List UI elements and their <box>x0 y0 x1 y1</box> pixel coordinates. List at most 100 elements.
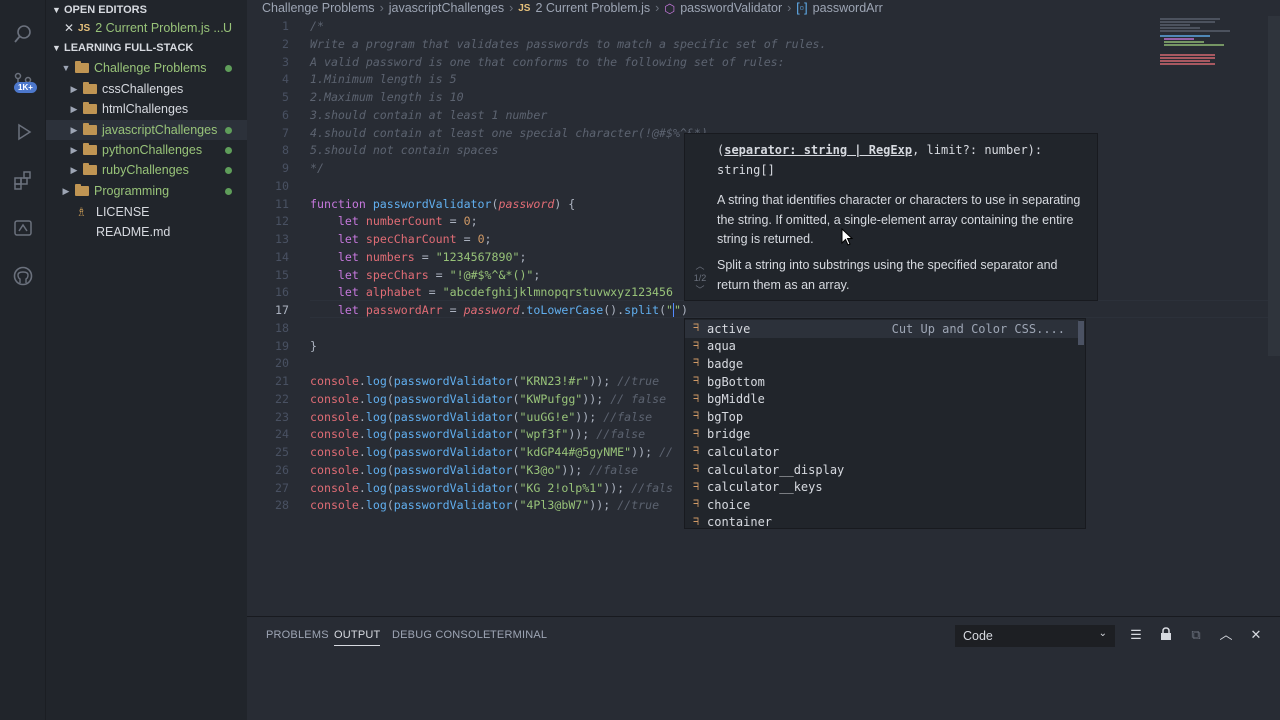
word-symbol-icon: ᖷ <box>693 499 699 511</box>
autocomplete-item[interactable]: ᖷ calculator__keys <box>685 478 1079 496</box>
line-number: 24 <box>275 427 289 442</box>
tree-item-license[interactable]: ♗ LICENSE <box>46 202 247 222</box>
tab-output[interactable]: OUTPUT <box>334 629 381 646</box>
line-number: 9 <box>282 161 289 175</box>
open-editors-header[interactable]: ▼ OPEN EDITORS <box>46 0 247 20</box>
search-icon[interactable] <box>9 20 37 48</box>
chevron-right-icon: › <box>509 1 514 15</box>
maximize-panel-icon[interactable]: ︿ <box>1218 627 1234 643</box>
license-file-icon: ♗ <box>76 205 87 219</box>
close-icon[interactable]: ✕ <box>64 21 78 35</box>
word-symbol-icon: ᖷ <box>693 340 699 352</box>
tree-item-html-challenges[interactable]: ▶ htmlChallenges <box>46 99 247 119</box>
autocomplete-label: bgBottom <box>707 374 765 389</box>
autocomplete-scrollbar[interactable] <box>1078 321 1084 345</box>
tree-item-readme[interactable]: README.md <box>46 222 247 242</box>
breadcrumb-item[interactable]: Challenge Problems <box>262 1 375 15</box>
chevron-right-icon: ▶ <box>70 124 78 135</box>
autocomplete-label: aqua <box>707 339 736 354</box>
autocomplete-label: calculator <box>707 444 780 459</box>
line-number: 17 <box>275 303 289 317</box>
line-number: 11 <box>275 196 289 211</box>
folder-icon <box>83 143 97 155</box>
tree-item-challenge-problems[interactable]: ▼ Challenge Problems <box>46 58 247 78</box>
editor-scrollbar[interactable] <box>1268 16 1280 356</box>
tab-terminal[interactable]: TERMINAL <box>490 629 547 641</box>
autocomplete-item[interactable]: ᖷ calculator__display <box>685 461 1079 479</box>
autocomplete-item[interactable]: ᖷ bridge <box>685 426 1079 444</box>
tab-debug-console[interactable]: DEBUG CONSOLE <box>392 629 491 641</box>
autocomplete-label: container <box>707 515 773 530</box>
line-number: 6 <box>282 107 289 122</box>
autocomplete-item[interactable]: ᖷ badge <box>685 355 1079 373</box>
clear-output-icon[interactable]: ☰ <box>1128 627 1144 643</box>
github-icon[interactable] <box>9 262 37 290</box>
chevron-down-icon: ▼ <box>52 43 61 53</box>
autocomplete-label: bridge <box>707 427 751 442</box>
autocomplete-item[interactable]: ᖷ bgTop <box>685 408 1079 426</box>
code-line: 3.should contain at least 1 number <box>310 107 548 122</box>
line-number: 10 <box>275 178 289 193</box>
code-line: 2.Maximum length is 10 <box>310 90 464 104</box>
workspace-header[interactable]: ▼ LEARNING FULL-STACK <box>46 38 247 58</box>
word-symbol-icon: ᖷ <box>693 323 699 335</box>
line-number: 27 <box>275 480 289 495</box>
lock-icon[interactable] <box>1158 627 1174 643</box>
code-line: console.log(passwordValidator("KWPufgg")… <box>310 391 667 406</box>
code-line: } <box>310 338 317 353</box>
autocomplete-item[interactable]: ᖷ calculator <box>685 443 1079 461</box>
remote-icon[interactable] <box>9 214 37 242</box>
folder-icon <box>83 82 97 94</box>
chevron-down-icon: ▼ <box>52 5 61 15</box>
chevron-right-icon: ▶ <box>70 103 78 114</box>
tree-item-javascript-challenges[interactable]: ▶ javascriptChallenges <box>46 120 247 140</box>
mouse-cursor-icon <box>841 228 853 246</box>
code-line: let specCharCount = 0; <box>337 232 492 246</box>
tree-item-python-challenges[interactable]: ▶ pythonChallenges <box>46 140 247 160</box>
chevron-right-icon: ▶ <box>70 144 78 155</box>
autocomplete-label: calculator__keys <box>707 480 823 495</box>
autocomplete-item[interactable]: ᖷ aqua <box>685 338 1079 356</box>
word-symbol-icon: ᖷ <box>693 358 699 370</box>
tree-item-programming[interactable]: ▶ Programming <box>46 181 247 201</box>
line-number: 16 <box>275 285 289 300</box>
open-log-file-icon[interactable]: ⧉ <box>1188 627 1204 643</box>
autocomplete-item[interactable]: ᖷ choice <box>685 496 1079 514</box>
tree-item-css-challenges[interactable]: ▶ cssChallenges <box>46 79 247 99</box>
autocomplete-item[interactable]: ᖷ bgBottom <box>685 373 1079 391</box>
breadcrumb: Challenge Problems › javascriptChallenge… <box>247 0 1280 16</box>
run-debug-icon[interactable] <box>9 118 37 146</box>
extensions-icon[interactable] <box>9 166 37 194</box>
autocomplete-item[interactable]: ᖷ container <box>685 514 1079 532</box>
tab-problems[interactable]: PROBLEMS <box>266 629 329 641</box>
tree-item-ruby-challenges[interactable]: ▶ rubyChallenges <box>46 160 247 180</box>
chevron-right-icon: › <box>655 1 660 15</box>
output-channel-select[interactable]: Code ⌄ <box>955 625 1115 647</box>
autocomplete-list[interactable]: ᖷ active Cut Up and Color CSS.... ᖷ aqua ᖷ bad… <box>684 318 1086 529</box>
line-number: 20 <box>275 356 289 371</box>
autocomplete-label: choice <box>707 497 751 512</box>
breadcrumb-item[interactable]: 2 Current Problem.js <box>535 1 650 15</box>
word-symbol-icon: ᖷ <box>693 481 699 493</box>
chevron-right-icon: › <box>787 1 792 15</box>
autocomplete-label: active <box>707 321 751 336</box>
overload-pager[interactable]: ︿ 1/2 ﹀ <box>689 260 711 296</box>
autocomplete-label: bgTop <box>707 409 744 424</box>
autocomplete-item[interactable]: ᖷ bgMiddle <box>685 390 1079 408</box>
method-doc: Split a string into substrings using the… <box>717 258 1058 292</box>
breadcrumb-item[interactable]: passwordArr <box>813 1 883 15</box>
close-panel-icon[interactable]: ✕ <box>1248 627 1264 643</box>
autocomplete-item[interactable]: ᖷ active Cut Up and Color CSS.... <box>685 320 1079 338</box>
modified-dot <box>225 146 232 154</box>
word-symbol-icon: ᖷ <box>693 376 699 388</box>
chevron-up-icon[interactable]: ︿ <box>689 260 711 272</box>
chevron-right-icon: ▶ <box>70 164 78 175</box>
breadcrumb-item[interactable]: passwordValidator <box>680 1 782 15</box>
line-number: 18 <box>275 320 289 335</box>
folder-icon <box>75 184 89 196</box>
breadcrumb-item[interactable]: javascriptChallenges <box>389 1 504 15</box>
chevron-right-icon: ▶ <box>70 83 78 94</box>
chevron-down-icon[interactable]: ﹀ <box>689 284 711 296</box>
open-editor-item[interactable]: ✕ JS 2 Current Problem.js ... U <box>46 18 247 38</box>
minimap[interactable] <box>1158 16 1268 76</box>
